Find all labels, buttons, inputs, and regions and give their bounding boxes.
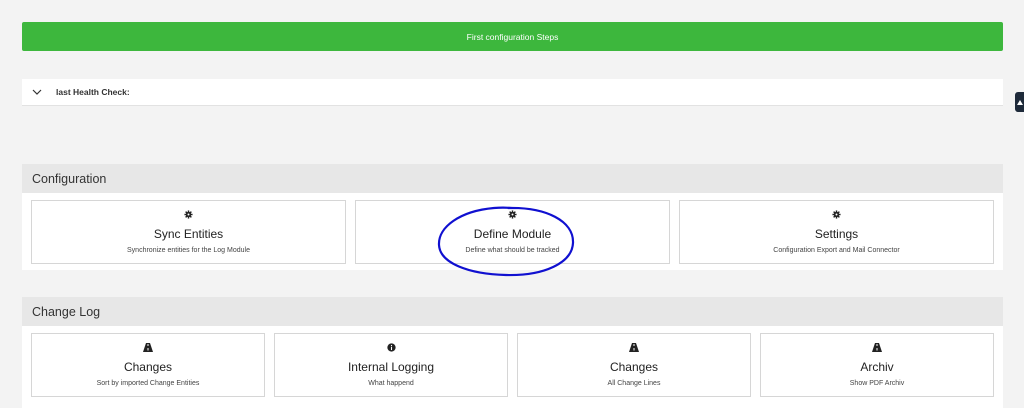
health-check-label: last Health Check: xyxy=(56,87,130,97)
first-configuration-steps-button[interactable]: First configuration Steps xyxy=(22,22,1003,51)
health-check-panel[interactable]: last Health Check: xyxy=(22,79,1003,106)
change-log-section: Change Log Changes Sort by imported Chan… xyxy=(22,297,1003,408)
section-title: Configuration xyxy=(22,164,1003,193)
card-description: Configuration Export and Mail Connector xyxy=(773,247,900,254)
settings-card[interactable]: Settings Configuration Export and Mail C… xyxy=(679,200,994,264)
card-description: Sort by imported Change Entities xyxy=(96,380,200,387)
archiv-card[interactable]: Archiv Show PDF Archiv xyxy=(760,333,994,397)
card-title: Changes xyxy=(609,360,659,374)
info-icon xyxy=(386,343,396,352)
chevron-down-icon[interactable] xyxy=(32,86,44,98)
side-panel-tab[interactable] xyxy=(1015,92,1024,112)
card-description: All Change Lines xyxy=(607,380,661,387)
card-description: Show PDF Archiv xyxy=(849,380,905,387)
road-icon xyxy=(629,343,639,352)
changes-by-entity-card[interactable]: Changes Sort by imported Change Entities xyxy=(31,333,265,397)
card-description: Define what should be tracked xyxy=(465,247,560,254)
card-title: Archiv xyxy=(860,360,894,374)
card-title: Settings xyxy=(814,227,859,241)
gear-icon xyxy=(184,210,193,219)
road-icon xyxy=(143,343,153,352)
first-configuration-steps-label: First configuration Steps xyxy=(466,31,559,42)
section-title: Change Log xyxy=(22,297,1003,326)
sync-entities-card[interactable]: Sync Entities Synchronize entities for t… xyxy=(31,200,346,264)
define-module-card[interactable]: Define Module Define what should be trac… xyxy=(355,200,670,264)
card-title: Internal Logging xyxy=(347,360,435,374)
card-title: Changes xyxy=(123,360,173,374)
card-title: Define Module xyxy=(473,227,552,241)
changes-all-lines-card[interactable]: Changes All Change Lines xyxy=(517,333,751,397)
gear-icon xyxy=(832,210,841,219)
card-title: Sync Entities xyxy=(153,227,224,241)
internal-logging-card[interactable]: Internal Logging What happend xyxy=(274,333,508,397)
configuration-section: Configuration Sync Entities Synchronize … xyxy=(22,164,1003,270)
road-icon xyxy=(872,343,882,352)
card-description: What happend xyxy=(368,380,414,387)
gear-icon xyxy=(508,210,517,219)
card-description: Synchronize entities for the Log Module xyxy=(127,247,250,254)
user-icon xyxy=(1016,93,1023,111)
